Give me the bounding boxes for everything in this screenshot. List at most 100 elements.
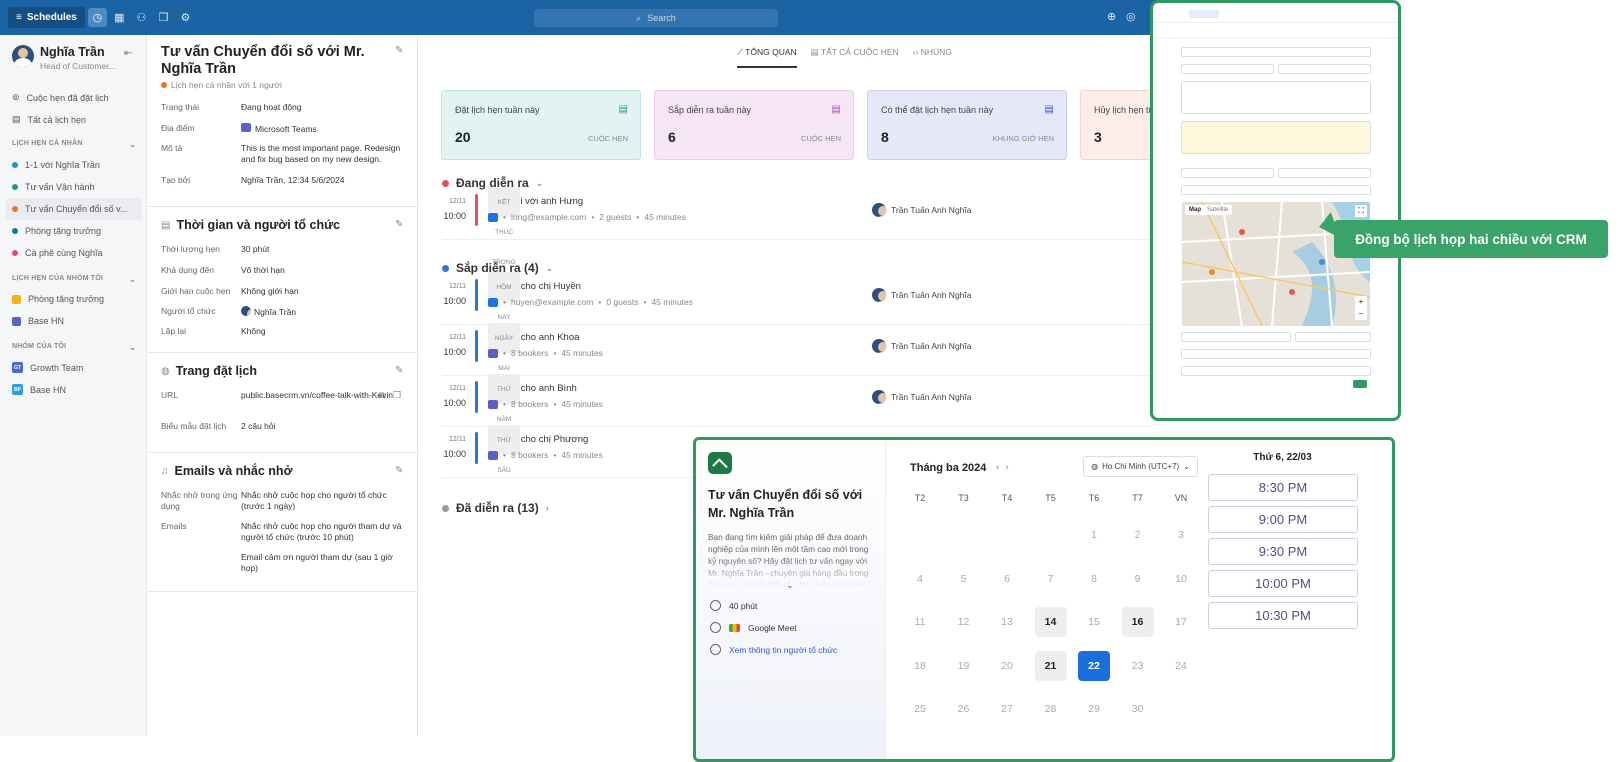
crm-tab-active[interactable] xyxy=(1189,10,1219,18)
time-slot-button[interactable]: 8:30 PM xyxy=(1208,474,1358,501)
edit-icon[interactable]: ✎ xyxy=(395,365,403,376)
groups-section-header[interactable]: NHÓM CỦA TÔI ⌄ xyxy=(12,343,136,352)
chevron-down-icon: ⌄ xyxy=(535,177,544,188)
time-slot-button[interactable]: 10:00 PM xyxy=(1208,570,1358,597)
event-color-bar xyxy=(475,432,478,464)
timezone-select[interactable]: ◍ Ho Chi Minh (UTC+7) ⌄ xyxy=(1083,456,1198,477)
crm-notes-field[interactable] xyxy=(1181,121,1371,154)
calendar-day[interactable]: 16 xyxy=(1121,607,1154,637)
chevron-left-icon[interactable]: ‹ xyxy=(996,462,1005,473)
tab-all-meetings[interactable]: ▤ TẤT CẢ CUỘC HẸN xyxy=(811,47,899,68)
stat-card-cancelled[interactable]: Hủy lịch hẹn tu 3 xyxy=(1080,90,1160,160)
calendar-day: 7 xyxy=(1047,572,1054,585)
crm-deal-field[interactable] xyxy=(1295,332,1371,342)
stat-card-available[interactable]: Có thể đặt lịch hẹn tuần này ▤ 8 KHUNG GIỜ … xyxy=(867,90,1067,160)
sidebar-item-team[interactable]: Phòng tăng trưởng xyxy=(12,294,104,304)
user-profile[interactable]: Nghĩa Trần Head of Customer... xyxy=(12,45,116,71)
sidebar-item-all[interactable]: ▤ Tất cả lịch hẹn xyxy=(12,114,86,125)
stat-card-booked[interactable]: Đặt lịch hẹn tuần này ▤ 20 CUỘC HẸN xyxy=(441,90,641,160)
clock-icon[interactable]: ◷ xyxy=(87,8,107,27)
time-slot-button[interactable]: 9:30 PM xyxy=(1208,538,1358,565)
users-icon[interactable]: ⚇ xyxy=(132,8,151,27)
calendar-icon: ▤ xyxy=(12,114,21,124)
edit-icon[interactable]: ✎ xyxy=(395,465,403,476)
edit-icon[interactable]: ✎ xyxy=(395,45,403,56)
crm-contact-field[interactable] xyxy=(1181,349,1371,359)
avatar xyxy=(872,390,886,404)
crm-tab-bar xyxy=(1153,3,1398,23)
host-info-link[interactable]: Xem thông tin người tổ chức xyxy=(710,644,837,655)
event-type: Lịch hẹn cá nhân với 1 người xyxy=(161,80,282,90)
calendar-icon[interactable]: ▦ xyxy=(110,8,129,27)
logo xyxy=(708,452,732,474)
sidebar-item-personal[interactable]: Cà phê cùng Nghĩa xyxy=(12,248,103,258)
fullscreen-icon[interactable]: ⛶ xyxy=(1355,205,1367,217)
time-section: ▤ Thời gian và người tổ chức ✎ Thời lượng… xyxy=(148,206,418,352)
stat-card-upcoming[interactable]: Sắp diễn ra tuần này ▤ 6 CUỘC HẸN xyxy=(654,90,854,160)
crm-internal-members-field[interactable] xyxy=(1181,168,1274,178)
crm-location-field[interactable] xyxy=(1181,185,1371,195)
info-row: Lặp lại Không xyxy=(161,326,407,337)
expand-description-icon[interactable]: ⌄ xyxy=(786,580,794,591)
sidebar-item-personal[interactable]: Tư vấn Chuyển đổi số v... xyxy=(6,198,142,220)
duration: 40 phút xyxy=(710,600,757,611)
time-slot-button[interactable]: 10:30 PM xyxy=(1208,602,1358,629)
sidebar-item-booked[interactable]: ⊚ Cuộc hẹn đã đặt lịch xyxy=(12,92,109,103)
calendar-day: 27 xyxy=(1001,703,1013,715)
row-label: Nhắc nhở trong ứng dụng xyxy=(161,490,238,511)
tab-overview[interactable]: ⟋ TỔNG QUAN xyxy=(737,47,797,68)
zoom-control[interactable]: + − xyxy=(1355,296,1367,320)
event-row[interactable]: 12/11 10:00 Tư vấn cho anh Khoa NGÀY MAI • 8 … xyxy=(442,322,1152,376)
calendar-day[interactable]: 14 xyxy=(1034,607,1067,637)
crm-title-field[interactable] xyxy=(1181,47,1371,57)
location: Google Meet xyxy=(710,622,797,633)
crm-description-field[interactable] xyxy=(1181,81,1371,114)
user-role: Head of Customer... xyxy=(40,61,116,71)
weekday-header: T2 xyxy=(914,493,926,503)
event-row[interactable]: 12/11 10:00 Tư vấn cho anh Bình THỨ NĂM • 8 b… xyxy=(442,373,1152,427)
crm-external-members-field[interactable] xyxy=(1278,168,1371,178)
chevron-right-icon[interactable]: › xyxy=(1005,462,1014,473)
add-icon[interactable]: ⊕ xyxy=(1107,10,1116,23)
crm-end-field[interactable] xyxy=(1278,64,1371,74)
tab-embed[interactable]: ‹› NHÚNG xyxy=(913,47,952,68)
row-label: Địa điểm xyxy=(161,123,195,133)
meta-separator: • xyxy=(553,348,557,358)
crm-start-field[interactable] xyxy=(1181,64,1274,74)
time-slot-button[interactable]: 9:00 PM xyxy=(1208,506,1358,533)
crm-subtab-bar xyxy=(1153,28,1398,38)
crm-video-field[interactable] xyxy=(1181,366,1371,376)
calendar-day: 13 xyxy=(1001,616,1013,628)
calendar-day[interactable]: 21 xyxy=(1034,650,1067,681)
sidebar-item-group[interactable]: BP Base HN xyxy=(12,384,66,395)
search-input[interactable]: ⌕ Search xyxy=(534,9,778,27)
copy-icon[interactable]: ❐ xyxy=(154,8,173,27)
sidebar-item-team[interactable]: Base HN xyxy=(12,316,64,326)
map-type-toggle[interactable]: Map Satellite xyxy=(1185,205,1233,215)
event-row[interactable]: 12/11 10:00 Trao đổi với anh Hưng KẾT THÚC … xyxy=(442,186,1152,296)
group-past[interactable]: Đã diễn ra (13) › xyxy=(442,501,549,515)
crm-save-button[interactable] xyxy=(1353,380,1367,388)
edit-icon[interactable]: ✎ xyxy=(395,219,403,230)
crm-company-field[interactable] xyxy=(1181,332,1291,342)
help-icon[interactable]: ◎ xyxy=(1126,10,1136,23)
schedules-menu-button[interactable]: ≡ Schedules xyxy=(8,7,85,28)
row-value: Vô thời hạn xyxy=(241,265,285,275)
sidebar-item-personal[interactable]: Phòng tăng trưởng xyxy=(12,226,101,236)
personal-section-header[interactable]: LỊCH HẸN CÁ NHÂN ⌄ xyxy=(12,140,136,149)
event-row[interactable]: 12/11 10:00 Tư vấn cho chị Huyền HÔM NAY • hu… xyxy=(442,271,1152,325)
event-host: Trần Tuấn Anh Nghĩa xyxy=(872,339,972,353)
event-meta: • huyen@example.com • 0 guests • 45 minutes xyxy=(488,297,693,307)
location-icon xyxy=(710,622,721,633)
info-row: Khả dụng đến Vô thời hạn xyxy=(161,265,407,276)
gear-icon[interactable]: ⚙ xyxy=(176,8,195,27)
sidebar-item-group[interactable]: GT Growth Team xyxy=(12,362,83,373)
calendar-day[interactable]: 22 xyxy=(1078,650,1110,681)
status-dot-icon xyxy=(442,504,449,512)
sidebar-item-personal[interactable]: Tư vấn Vận hành xyxy=(12,182,95,192)
teams-icon xyxy=(488,399,498,409)
team-section-header[interactable]: LỊCH HẸN CỦA NHÓM TÔI ⌄ xyxy=(12,275,136,284)
sidebar-item-personal[interactable]: 1-1 với Nghĩa Trần xyxy=(12,160,100,170)
collapse-sidebar-icon[interactable]: ⇤ xyxy=(124,48,132,59)
user-icon xyxy=(710,644,721,655)
